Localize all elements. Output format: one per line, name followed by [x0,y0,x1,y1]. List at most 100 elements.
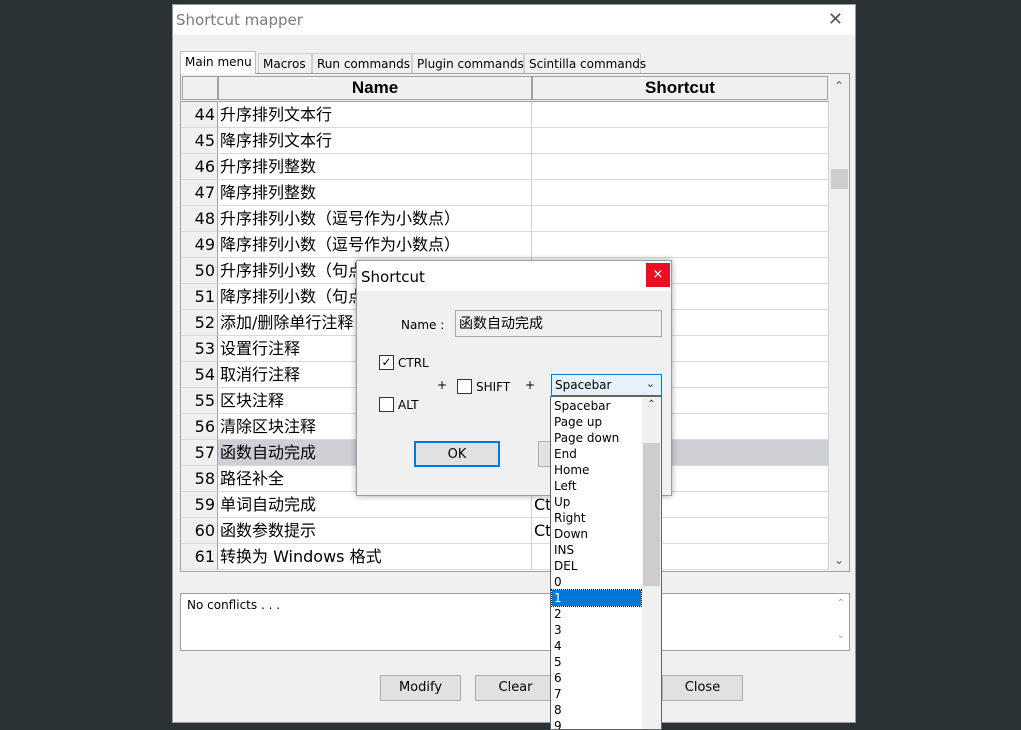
ok-button[interactable]: OK [414,441,500,467]
name-field: 函数自动完成 [455,310,662,337]
chevron-down-icon: ⌄ [645,377,655,390]
dialog-close-icon[interactable]: × [646,263,670,287]
dropdown-option[interactable]: DEL [552,558,641,574]
row-number: 51 [181,284,218,310]
grid-header: Name Shortcut [181,74,829,102]
table-row[interactable]: 47 降序排列整数 [181,180,829,206]
table-row[interactable]: 44 升序排列文本行 [181,102,829,128]
tab-macros[interactable]: Macros [258,53,312,73]
table-row[interactable]: 45 降序排列文本行 [181,128,829,154]
row-name: 升序排列文本行 [218,102,532,128]
dropdown-option[interactable]: 7 [552,686,641,702]
row-number: 52 [181,310,218,336]
key-dropdown-list[interactable]: Spacebar Page up Page down End Home Left Up Rig… [550,396,662,730]
row-number: 53 [181,336,218,362]
dropdown-option[interactable]: 6 [552,670,641,686]
dropdown-scroll-up-icon[interactable]: ⌃ [642,397,661,413]
table-row[interactable]: 49 降序排列小数（逗号作为小数点） [181,232,829,258]
plus-sign: + [525,378,536,392]
dropdown-option[interactable]: 9 [552,718,641,729]
row-shortcut [532,206,829,232]
conflicts-box: No conflicts . . . ⌃ ⌄ [180,593,850,651]
tab-main-menu[interactable]: Main menu [180,51,256,74]
dropdown-option[interactable]: Down [552,526,641,542]
tab-run-commands[interactable]: Run commands [312,53,412,73]
dropdown-option[interactable]: 8 [552,702,641,718]
dropdown-option[interactable]: 0 [552,574,641,590]
close-window-icon[interactable]: ✕ [828,9,843,30]
dropdown-option[interactable]: 2 [552,606,641,622]
dropdown-option[interactable]: INS [552,542,641,558]
dialog-title: Shortcut [361,268,425,286]
dropdown-option[interactable]: Left [552,478,641,494]
row-number: 47 [181,180,218,206]
window-title: Shortcut mapper [176,11,303,29]
conflicts-scroll-up-icon[interactable]: ⌃ [837,598,845,609]
row-number: 49 [181,232,218,258]
alt-label: ALT [398,398,419,412]
scroll-thumb[interactable] [831,169,848,189]
conflicts-scroll-down-icon[interactable]: ⌄ [837,630,845,641]
row-shortcut [532,102,829,128]
row-shortcut [532,128,829,154]
dropdown-scrollbar[interactable]: ⌃ [642,397,661,729]
dropdown-option[interactable]: 5 [552,654,641,670]
scroll-up-icon[interactable]: ⌃ [829,76,849,96]
dropdown-option[interactable]: Home [552,462,641,478]
dropdown-scroll-thumb[interactable] [643,443,660,586]
shift-checkbox[interactable] [457,379,472,394]
check-mark-icon: ✓ [381,355,392,369]
row-number: 56 [181,414,218,440]
ctrl-checkbox[interactable]: ✓ [379,355,394,370]
titlebar: Shortcut mapper ✕ [173,5,855,35]
row-number: 58 [181,466,218,492]
dropdown-option[interactable]: Page down [552,430,641,446]
row-name: 升序排列整数 [218,154,532,180]
dropdown-option[interactable]: Right [552,510,641,526]
dropdown-option[interactable]: End [552,446,641,462]
row-shortcut [532,180,829,206]
row-number: 44 [181,102,218,128]
tab-plugin-commands[interactable]: Plugin commands [412,53,524,73]
row-number: 61 [181,544,218,570]
row-name: 降序排列整数 [218,180,532,206]
dropdown-option[interactable]: 4 [552,638,641,654]
row-name: 升序排列小数（逗号作为小数点） [218,206,532,232]
grid-scrollbar[interactable]: ⌃ ⌄ [829,74,849,571]
clear-button[interactable]: Clear [475,675,556,701]
dropdown-option[interactable]: Up [552,494,641,510]
alt-checkbox[interactable] [379,397,394,412]
scroll-down-icon[interactable]: ⌄ [829,550,849,570]
dropdown-option[interactable]: Page up [552,414,641,430]
shift-label: SHIFT [476,380,511,394]
row-name: 降序排列小数（逗号作为小数点） [218,232,532,258]
header-shortcut[interactable]: Shortcut [532,76,828,100]
close-button[interactable]: Close [662,675,743,701]
plus-sign: + [437,378,448,392]
row-number: 45 [181,128,218,154]
table-row[interactable]: 60函数参数提示Ct ar [181,518,829,544]
row-name: 转换为 Windows 格式 [218,544,532,570]
header-name[interactable]: Name [218,76,532,100]
table-row[interactable]: 61 转换为 Windows 格式 [181,544,829,570]
dropdown-option[interactable]: Spacebar [552,398,641,414]
dropdown-option[interactable]: 1 [551,589,642,607]
row-shortcut [532,154,829,180]
dropdown-option[interactable]: 3 [552,622,641,638]
modify-button[interactable]: Modify [380,675,461,701]
table-row[interactable]: 48 升序排列小数（逗号作为小数点） [181,206,829,232]
name-label: Name : [401,318,445,332]
row-number: 50 [181,258,218,284]
row-number: 57 [181,440,218,466]
table-row[interactable]: 46 升序排列整数 [181,154,829,180]
key-combo[interactable]: Spacebar ⌄ [551,374,662,396]
row-name: 函数参数提示 [218,518,532,544]
row-number: 46 [181,154,218,180]
row-number: 48 [181,206,218,232]
row-name: 降序排列文本行 [218,128,532,154]
ctrl-label: CTRL [398,356,429,370]
row-number: 59 [181,492,218,518]
key-combo-value: Spacebar [555,378,612,392]
tab-scintilla-commands[interactable]: Scintilla commands [524,53,646,73]
dialog-titlebar: Shortcut × [357,261,671,291]
